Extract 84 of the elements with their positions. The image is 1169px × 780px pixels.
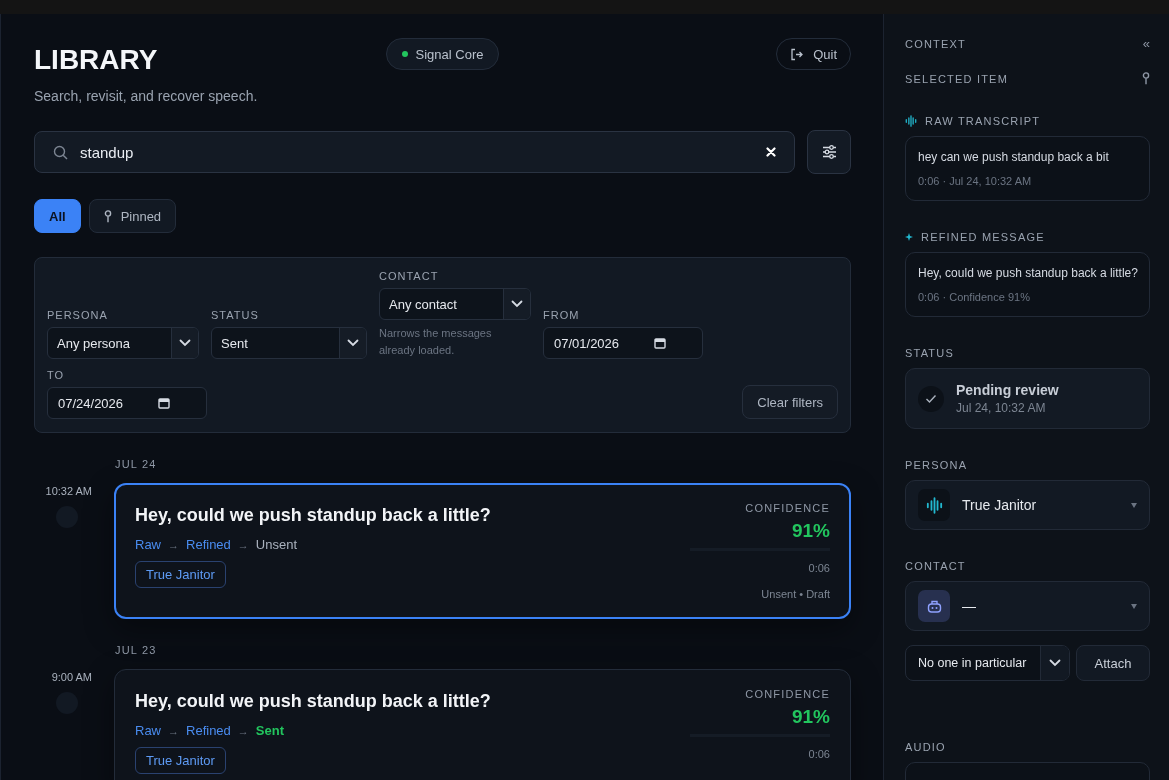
transcript-text: hey can we push standup back a bit: [918, 150, 1110, 164]
robot-icon: [926, 599, 942, 613]
dropdown-arrow-icon: [1131, 603, 1137, 609]
duration: 0:06: [808, 748, 830, 760]
chevron-icon: [179, 339, 191, 347]
persona-tag: True Janitor: [135, 747, 226, 774]
search-icon: [53, 144, 68, 160]
confidence-label: CONFIDENCE: [745, 688, 830, 700]
date-heading: JUL 24: [115, 458, 158, 470]
page-subtitle: Search, revisit, and recover speech.: [34, 88, 259, 104]
section-label: CONTACT: [905, 560, 966, 572]
contact-select[interactable]: —: [905, 581, 1150, 631]
chevron-icon: [511, 300, 523, 308]
confidence-label: CONFIDENCE: [745, 502, 830, 514]
status-time: Jul 24, 10:32 AM: [956, 401, 1047, 415]
waveform-icon: [905, 115, 917, 127]
status-text: Unsent • Draft: [761, 588, 830, 600]
duration: 0:06: [808, 562, 830, 574]
pipeline-step[interactable]: Raw: [135, 537, 161, 552]
pipeline-step: Sent: [255, 723, 284, 738]
section-label: REFINED MESSAGE: [921, 231, 1045, 243]
collapse-button[interactable]: «: [1142, 36, 1150, 51]
filter-button[interactable]: [807, 130, 851, 174]
message-card[interactable]: Hey, could we push standup back a little? Raw → Refined → Unsent True Janitor CONFIDENCE 91% 0:06 Unsent • Draft: [114, 483, 851, 619]
section-label: PERSONA: [905, 459, 968, 471]
sparkle-icon: [905, 233, 913, 241]
panel-title: CONTEXT: [905, 37, 966, 50]
chevron-icon: [347, 339, 359, 347]
arrow-separator: →: [168, 724, 179, 737]
field-label: CONTACT: [379, 270, 440, 282]
dropdown[interactable]: Sent: [211, 327, 367, 359]
date-field[interactable]: 07/24/2026: [47, 387, 207, 419]
search-field[interactable]: standup: [34, 131, 795, 173]
message-title: Hey, could we push standup back a little?: [135, 505, 491, 526]
pipeline-step[interactable]: Refined: [186, 537, 231, 552]
refined-meta: 0:06 · Confidence 91%: [918, 291, 1031, 303]
pipeline-step[interactable]: Refined: [186, 723, 231, 738]
field-label: STATUS: [211, 309, 260, 321]
dropdown[interactable]: Any persona: [47, 327, 199, 359]
arrow-separator: →: [237, 538, 249, 551]
page-title: LIBRARY: [34, 44, 159, 76]
status-title: Pending review: [956, 382, 1059, 398]
contact-dropdown[interactable]: No one in particular: [905, 645, 1070, 681]
section-label: AUDIO: [905, 741, 946, 753]
confidence-value: 91%: [791, 706, 830, 728]
check-icon: [918, 385, 944, 412]
waveform-icon: [925, 496, 943, 514]
chevron-icon: [1049, 659, 1061, 667]
entry-time: 9:00 AM: [51, 671, 92, 683]
filter-tab[interactable]: Pinned: [88, 199, 177, 233]
section-label: STATUS: [905, 347, 954, 359]
date-field[interactable]: 07/01/2026: [543, 327, 703, 359]
confidence-value: 91%: [791, 520, 830, 542]
message-card[interactable]: Hey, could we push standup back a little? Raw → Refined → Sent True Janitor CONFIDENCE 91% 0:06: [114, 669, 851, 780]
section-label: SELECTED ITEM: [905, 72, 1008, 85]
filter-tab[interactable]: All: [34, 199, 81, 233]
arrow-separator: →: [237, 724, 249, 737]
dropdown[interactable]: Any contact: [379, 288, 531, 320]
pin-icon: [1142, 72, 1150, 85]
persona-tag: True Janitor: [135, 561, 226, 588]
transcript-meta: 0:06 · Jul 24, 10:32 AM: [918, 175, 1033, 187]
clear-filters-button[interactable]: Clear filters: [742, 385, 838, 419]
entry-time: 10:32 AM: [45, 485, 92, 497]
section-label: RAW TRANSCRIPT: [925, 115, 1041, 127]
exit-icon: [790, 47, 804, 61]
refined-text: Hey, could we push standup back a little?: [918, 266, 1139, 280]
pipeline-step: Unsent: [255, 537, 298, 552]
calendar-icon: [158, 397, 170, 409]
field-label: TO: [47, 369, 66, 381]
helper-text: Narrows the messages already loaded.: [379, 326, 493, 358]
arrow-separator: →: [168, 538, 179, 551]
field-label: FROM: [543, 309, 581, 321]
persona-select[interactable]: True Janitor: [905, 480, 1150, 530]
sliders-icon: [821, 145, 837, 159]
attach-button[interactable]: Attach: [1076, 645, 1150, 681]
calendar-icon: [654, 337, 666, 349]
pin-icon: [103, 209, 112, 223]
message-title: Hey, could we push standup back a little?: [135, 691, 491, 712]
engine-status: Signal Core: [385, 38, 500, 70]
date-heading: JUL 23: [115, 644, 158, 656]
pipeline-step[interactable]: Raw: [135, 723, 161, 738]
dropdown-arrow-icon: [1131, 502, 1137, 508]
clear-icon[interactable]: [766, 147, 776, 157]
field-label: PERSONA: [47, 309, 109, 321]
